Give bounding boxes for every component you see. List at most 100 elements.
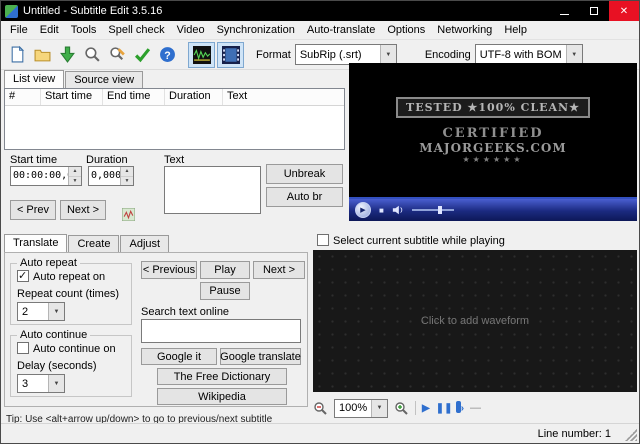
search-text-online-label: Search text online <box>141 306 230 318</box>
replace-icon <box>110 47 125 61</box>
volume-slider-thumb[interactable] <box>437 206 442 214</box>
find-button[interactable] <box>80 42 105 67</box>
duration-value: 0,000 <box>91 170 120 181</box>
chevron-down-icon: ▼ <box>371 399 387 417</box>
column-number[interactable]: # <box>5 89 41 105</box>
start-time-field[interactable]: 00:00:00,000 ▲ ▼ <box>10 166 82 186</box>
menu-auto-translate[interactable]: Auto-translate <box>301 22 381 38</box>
video-screen: TESTED ★100% CLEAN★ CERTIFIED MAJORGEEKS… <box>349 63 637 197</box>
menu-file[interactable]: File <box>4 22 34 38</box>
column-text[interactable]: Text <box>223 89 344 105</box>
google-translate-button[interactable]: Google translate <box>220 348 301 365</box>
waveform-position-marker[interactable] <box>456 401 461 413</box>
tab-create[interactable]: Create <box>68 235 120 252</box>
replace-button[interactable] <box>105 42 130 67</box>
zoom-level-select[interactable]: 100% ▼ <box>334 398 388 418</box>
next-subtitle-button[interactable]: Next > <box>60 200 106 220</box>
video-controls-bar: ▶ ■ <box>349 199 637 221</box>
wave-dash-icon: — <box>470 402 482 414</box>
prev-subtitle-button[interactable]: < Prev <box>10 200 56 220</box>
auto-continue-group-label: Auto continue <box>17 329 91 341</box>
tab-list-view[interactable]: List view <box>4 70 65 88</box>
watermark-certified: CERTIFIED <box>442 125 544 141</box>
subtitle-grid[interactable]: # Start time End time Duration Text <box>4 88 345 150</box>
maximize-button[interactable] <box>579 1 609 21</box>
play-button-panel[interactable]: Play <box>200 261 250 279</box>
encoding-select[interactable]: UTF-8 with BOM ▼ <box>474 44 583 65</box>
delay-select[interactable]: 3 ▼ <box>17 374 65 393</box>
auto-repeat-checkbox[interactable] <box>17 269 29 282</box>
volume-slider[interactable] <box>411 206 454 214</box>
resize-grip[interactable] <box>625 429 637 441</box>
duration-field[interactable]: 0,000 ▲ ▼ <box>88 166 134 186</box>
column-end-time[interactable]: End time <box>103 89 165 105</box>
zoom-out-button[interactable] <box>313 401 328 416</box>
format-value: SubRip (.srt) <box>299 48 362 61</box>
new-file-button[interactable] <box>5 42 30 67</box>
open-file-button[interactable] <box>30 42 55 67</box>
google-it-button[interactable]: Google it <box>141 348 217 365</box>
subtitle-text-input[interactable] <box>164 166 261 214</box>
toggle-waveform-button[interactable] <box>188 41 215 68</box>
volume-icon[interactable] <box>392 204 404 216</box>
column-start-time[interactable]: Start time <box>41 89 103 105</box>
menu-edit[interactable]: Edit <box>34 22 65 38</box>
close-icon: ✕ <box>619 5 629 17</box>
menu-spell-check[interactable]: Spell check <box>102 22 170 38</box>
auto-repeat-checkbox-row: Auto repeat on <box>17 269 105 283</box>
pause-button[interactable]: Pause <box>200 282 250 300</box>
auto-continue-group: Auto continue Auto continue on Delay (se… <box>10 329 132 397</box>
tab-adjust[interactable]: Adjust <box>120 235 170 252</box>
help-button[interactable]: ? <box>155 42 180 67</box>
menu-options[interactable]: Options <box>381 22 431 38</box>
next-button-panel[interactable]: Next > <box>253 261 305 279</box>
repeat-count-select[interactable]: 2 ▼ <box>17 302 65 321</box>
find-icon <box>85 47 100 62</box>
select-subtitle-checkbox[interactable] <box>317 234 329 246</box>
spell-check-button[interactable] <box>130 42 155 67</box>
previous-button[interactable]: < Previous <box>141 261 197 279</box>
waveform-canvas[interactable]: Click to add waveform <box>313 250 637 392</box>
encoding-value: UTF-8 with BOM <box>479 48 562 61</box>
menu-synchronization[interactable]: Synchronization <box>211 22 301 38</box>
column-duration[interactable]: Duration <box>165 89 223 105</box>
play-button[interactable]: ▶ <box>355 202 371 218</box>
karaoke-effect-icon[interactable] <box>122 208 135 221</box>
tab-translate[interactable]: Translate <box>4 234 68 252</box>
format-label: Format <box>256 48 291 61</box>
new-file-icon <box>11 46 25 63</box>
titlebar: Untitled - Subtitle Edit 3.5.16 ✕ <box>1 1 639 21</box>
video-player[interactable]: TESTED ★100% CLEAN★ CERTIFIED MAJORGEEKS… <box>349 63 637 221</box>
subtitle-list-section: List view Source view # Start time End t… <box>4 70 347 230</box>
tab-source-view[interactable]: Source view <box>65 71 144 88</box>
menu-tools[interactable]: Tools <box>65 22 103 38</box>
wave-pause-button[interactable]: ❚❚ <box>436 403 453 414</box>
auto-br-button[interactable]: Auto br <box>266 187 343 207</box>
stop-button[interactable]: ■ <box>379 206 384 215</box>
spin-up-button[interactable]: ▲ <box>69 167 81 177</box>
auto-continue-checkbox[interactable] <box>17 342 29 354</box>
save-button[interactable] <box>55 42 80 67</box>
start-time-label: Start time <box>10 154 58 166</box>
spin-down-button[interactable]: ▼ <box>69 176 81 185</box>
minimize-button[interactable] <box>549 1 579 21</box>
delay-label: Delay (seconds) <box>17 360 97 372</box>
spin-up-button[interactable]: ▲ <box>121 167 133 177</box>
wikipedia-button[interactable]: Wikipedia <box>157 388 287 405</box>
menu-help[interactable]: Help <box>498 22 533 38</box>
wave-play-button[interactable]: ▶ <box>422 403 430 414</box>
start-time-value: 00:00:00,000 <box>13 170 68 181</box>
format-select[interactable]: SubRip (.srt) ▼ <box>294 44 397 65</box>
search-text-input[interactable] <box>141 319 301 343</box>
duration-spinner: ▲ ▼ <box>120 167 133 185</box>
auto-continue-checkbox-row: Auto continue on <box>17 342 116 355</box>
free-dictionary-button[interactable]: The Free Dictionary <box>157 368 287 385</box>
menu-networking[interactable]: Networking <box>431 22 498 38</box>
toggle-video-button[interactable] <box>217 41 244 68</box>
menubar: File Edit Tools Spell check Video Synchr… <box>1 21 639 40</box>
spin-down-button[interactable]: ▼ <box>121 176 133 185</box>
zoom-in-button[interactable] <box>394 401 409 416</box>
close-button[interactable]: ✕ <box>609 1 639 21</box>
menu-video[interactable]: Video <box>171 22 211 38</box>
unbreak-button[interactable]: Unbreak <box>266 164 343 184</box>
